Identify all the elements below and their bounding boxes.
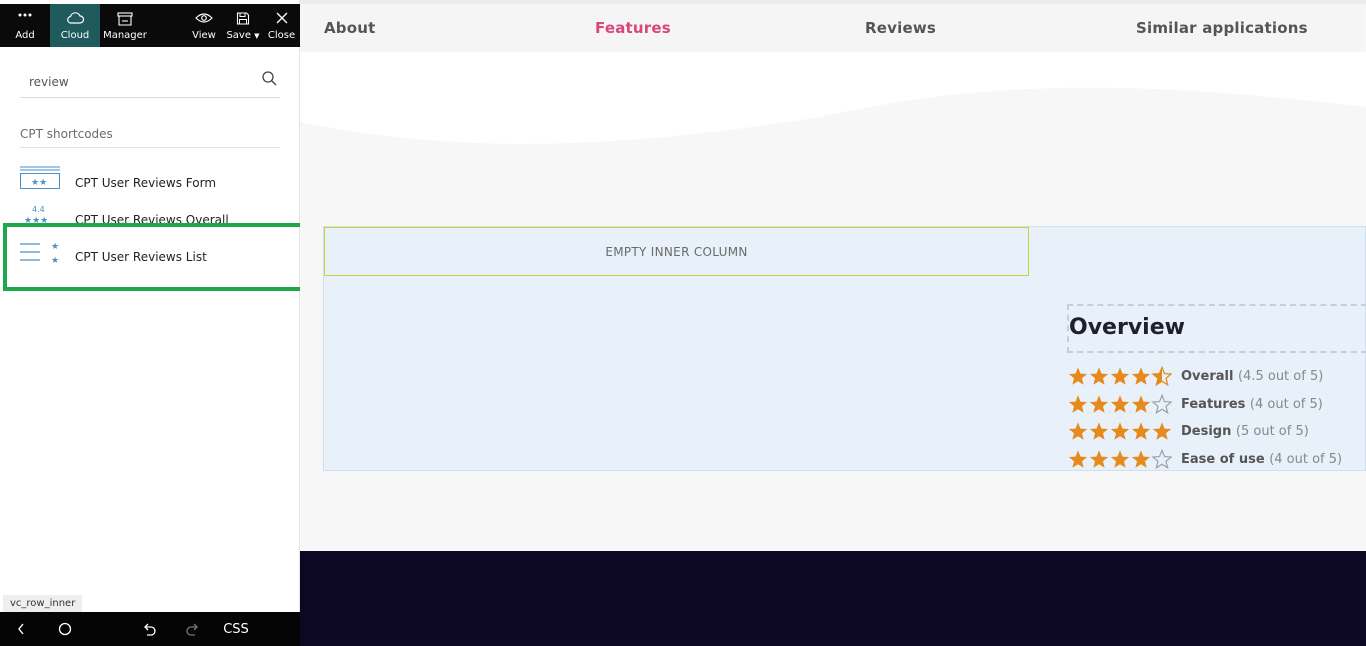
star-full-icon bbox=[1110, 367, 1130, 385]
star-empty-icon bbox=[1151, 449, 1172, 470]
section-nav: About Features Reviews Similar applicati… bbox=[300, 4, 1362, 55]
editor-panel: Add Cloud Manager View Save ▼ Close revi… bbox=[0, 0, 305, 646]
wave-divider bbox=[300, 52, 1366, 162]
close-icon bbox=[276, 12, 287, 24]
more-dots-icon bbox=[18, 13, 32, 17]
search-icon[interactable] bbox=[262, 71, 277, 86]
add-button[interactable]: Add bbox=[0, 4, 50, 47]
css-button[interactable]: CSS bbox=[220, 612, 252, 646]
rating-score: (4 out of 5) bbox=[1269, 452, 1343, 467]
empty-inner-column[interactable]: EMPTY INNER COLUMN bbox=[324, 227, 1029, 276]
rating-score: (5 out of 5) bbox=[1235, 424, 1309, 439]
undo-icon bbox=[143, 623, 156, 636]
section-title: CPT shortcodes bbox=[20, 127, 113, 141]
star-empty-icon bbox=[1151, 394, 1172, 415]
search-field bbox=[20, 66, 280, 98]
app-window: Add Cloud Manager View Save ▼ Close revi… bbox=[0, 0, 1366, 646]
star-rating bbox=[1068, 366, 1172, 387]
editor-toolbar: Add Cloud Manager View Save ▼ Close bbox=[0, 4, 300, 47]
redo-button[interactable] bbox=[181, 612, 203, 646]
star-full-icon bbox=[1110, 395, 1130, 413]
star-full-icon bbox=[1131, 395, 1151, 413]
tab-about[interactable]: About bbox=[324, 4, 376, 52]
star-full-icon bbox=[1152, 422, 1172, 440]
dark-footer-section bbox=[300, 551, 1366, 646]
rating-label: Design bbox=[1181, 424, 1232, 439]
page-preview: About Features Reviews Similar applicati… bbox=[300, 0, 1366, 646]
star-rating bbox=[1068, 449, 1172, 470]
shortcode-label: CPT User Reviews Form bbox=[75, 176, 217, 190]
manager-button[interactable]: Manager bbox=[100, 4, 150, 47]
star-full-icon bbox=[1068, 422, 1088, 440]
star-full-icon bbox=[1131, 422, 1151, 440]
rating-label: Ease of use bbox=[1181, 452, 1265, 467]
rating-score: (4.5 out of 5) bbox=[1237, 369, 1324, 384]
add-label: Add bbox=[15, 30, 35, 41]
svg-text:★★: ★★ bbox=[31, 178, 47, 188]
view-label: View bbox=[192, 30, 216, 41]
back-button[interactable] bbox=[10, 612, 32, 646]
save-button[interactable]: Save ▼ bbox=[223, 4, 263, 47]
rating-label: Overall bbox=[1181, 369, 1234, 384]
bottom-toolbar: CSS bbox=[0, 612, 300, 646]
chevron-left-icon bbox=[18, 623, 24, 635]
star-full-icon bbox=[1110, 422, 1130, 440]
section-divider bbox=[20, 147, 280, 148]
tab-similar-applications[interactable]: Similar applications bbox=[1136, 4, 1308, 52]
cloud-icon bbox=[67, 12, 84, 24]
shortcode-item-reviews-form[interactable]: ★★ CPT User Reviews Form bbox=[0, 166, 300, 200]
redo-icon bbox=[185, 623, 198, 636]
stars-form-icon: ★★ bbox=[20, 166, 60, 189]
circle-icon bbox=[58, 622, 72, 636]
tab-features[interactable]: Features bbox=[595, 4, 671, 52]
save-text: Save bbox=[226, 30, 251, 41]
star-half-icon bbox=[1151, 366, 1172, 387]
close-button[interactable]: Close bbox=[263, 4, 300, 47]
overview-heading-block[interactable]: Overview bbox=[1067, 304, 1366, 353]
cloud-label: Cloud bbox=[60, 30, 90, 41]
view-button[interactable]: View bbox=[185, 4, 223, 47]
star-full-icon bbox=[1110, 450, 1130, 468]
caret-down-icon: ▼ bbox=[254, 32, 260, 40]
star-full-icon bbox=[1068, 450, 1088, 468]
star-full-icon bbox=[1089, 450, 1109, 468]
overall-icon-number: 4.4 bbox=[32, 205, 45, 214]
save-label: Save ▼ bbox=[223, 30, 263, 41]
eye-icon bbox=[195, 13, 213, 23]
search-input[interactable] bbox=[20, 70, 250, 94]
tab-reviews[interactable]: Reviews bbox=[865, 4, 936, 52]
star-full-icon bbox=[1131, 450, 1151, 468]
rating-label: Features bbox=[1181, 397, 1246, 412]
overview-title: Overview bbox=[1069, 315, 1185, 340]
cloud-button[interactable]: Cloud bbox=[50, 4, 100, 47]
inner-row[interactable]: EMPTY INNER COLUMN Overview Overall (4.5… bbox=[323, 226, 1366, 471]
undo-button[interactable] bbox=[138, 612, 160, 646]
rating-score: (4 out of 5) bbox=[1249, 397, 1323, 412]
manager-label: Manager bbox=[103, 30, 147, 41]
star-full-icon bbox=[1089, 422, 1109, 440]
close-label: Close bbox=[267, 30, 296, 41]
star-full-icon bbox=[1131, 367, 1151, 385]
element-breadcrumb[interactable]: vc_row_inner bbox=[3, 595, 83, 612]
manager-icon bbox=[117, 12, 133, 26]
star-rating bbox=[1068, 422, 1172, 440]
star-full-icon bbox=[1089, 395, 1109, 413]
selection-highlight bbox=[3, 223, 305, 291]
home-button[interactable] bbox=[54, 612, 76, 646]
star-rating bbox=[1068, 394, 1172, 415]
star-full-icon bbox=[1068, 395, 1088, 413]
star-full-icon bbox=[1089, 367, 1109, 385]
star-full-icon bbox=[1068, 367, 1088, 385]
save-icon bbox=[236, 12, 250, 25]
